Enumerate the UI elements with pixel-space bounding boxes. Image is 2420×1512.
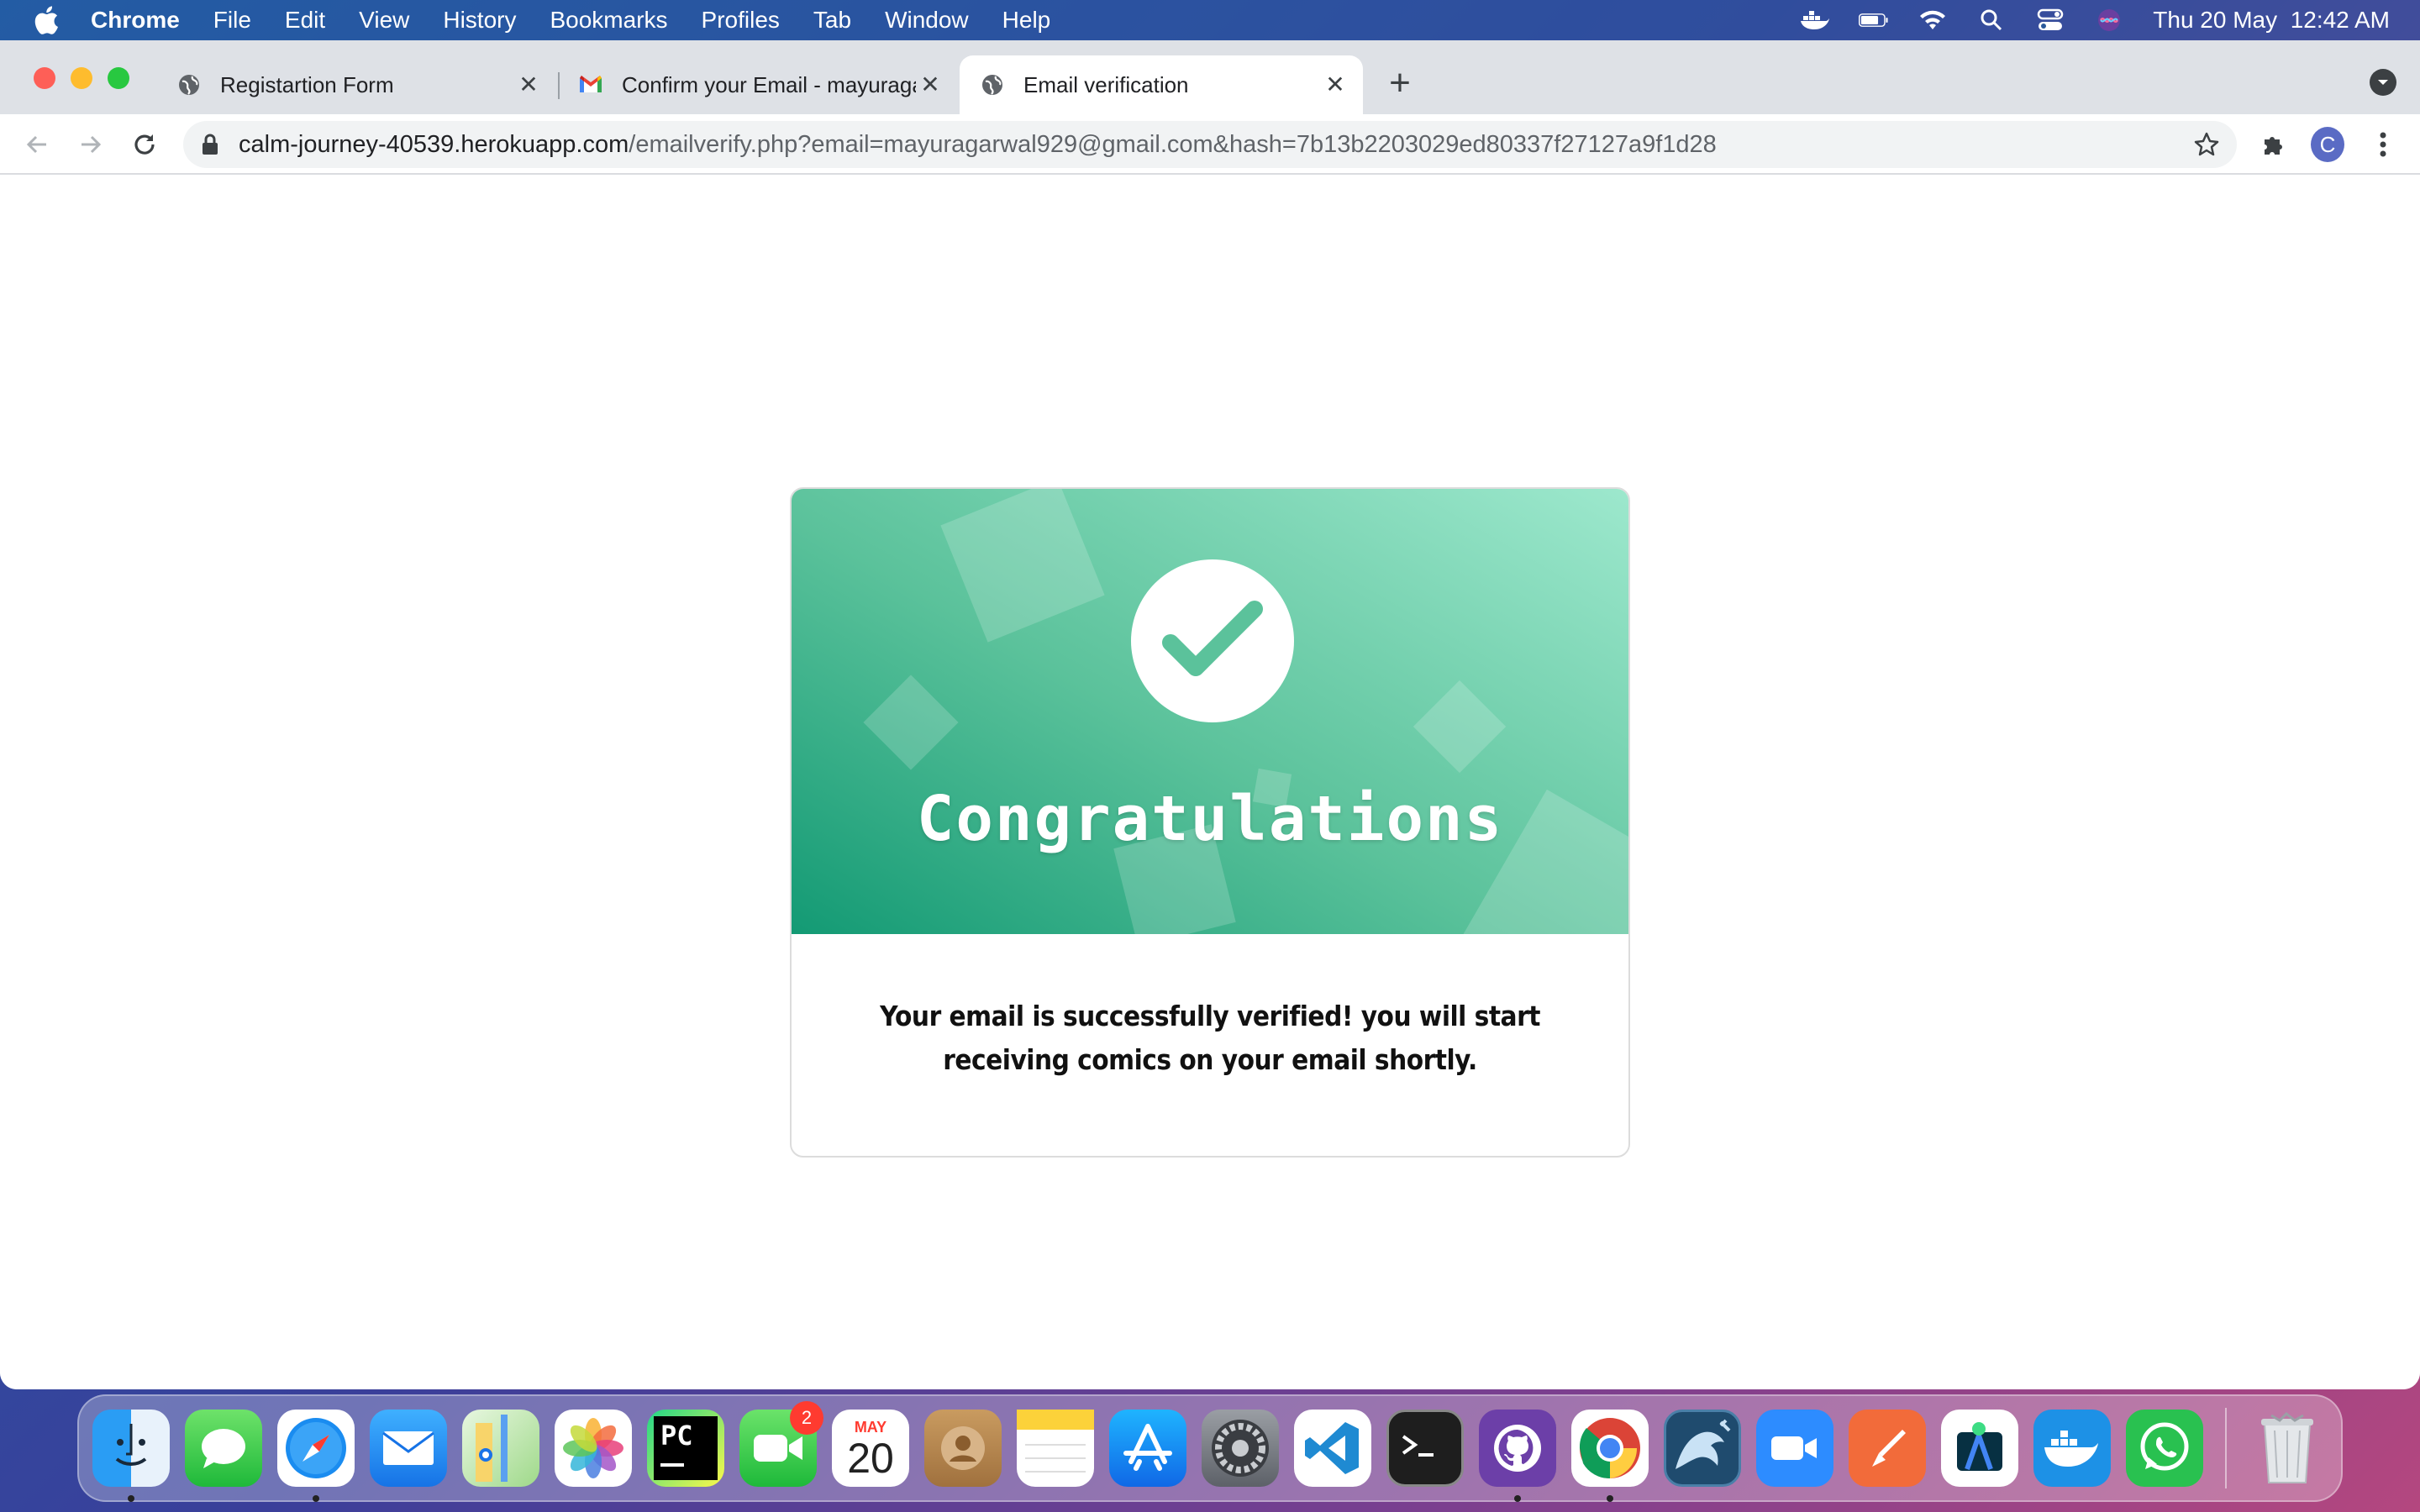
congratulations-heading: Congratulations: [916, 783, 1504, 855]
notification-badge: 2: [790, 1401, 823, 1435]
menu-window[interactable]: Window: [885, 7, 969, 34]
lock-icon[interactable]: [202, 132, 222, 157]
profile-avatar[interactable]: C: [2311, 127, 2344, 162]
window-controls: [34, 67, 129, 89]
tab-title: Registartion Form: [220, 71, 394, 97]
url-text: calm-journey-40539.herokuapp.com/emailve…: [239, 131, 1717, 159]
menu-file[interactable]: File: [213, 7, 251, 34]
menu-edit[interactable]: Edit: [285, 7, 325, 34]
photos-icon[interactable]: [555, 1410, 632, 1487]
decorative-square: [940, 489, 1105, 643]
card-body: Your email is successfully verified! you…: [792, 934, 1628, 1156]
running-indicator: [128, 1495, 134, 1502]
decorative-diamond: [863, 675, 959, 770]
calendar-day: 20: [847, 1434, 894, 1482]
zoom-icon[interactable]: [1756, 1410, 1833, 1487]
menu-tab[interactable]: Tab: [813, 7, 851, 34]
calendar-month: MAY: [854, 1418, 887, 1436]
zoom-window-button[interactable]: [108, 67, 129, 89]
success-check-icon: [1131, 559, 1294, 722]
forward-arrow-icon[interactable]: [74, 128, 108, 161]
control-center-icon[interactable]: [2035, 8, 2065, 33]
menu-view[interactable]: View: [359, 7, 409, 34]
pycharm-label: PC: [654, 1416, 718, 1480]
address-bar[interactable]: calm-journey-40539.herokuapp.com/emailve…: [183, 121, 2237, 168]
decorative-diamond: [1413, 680, 1507, 774]
verification-message: Your email is successfully verified! you…: [880, 1000, 1540, 1076]
menu-bookmarks[interactable]: Bookmarks: [550, 7, 667, 34]
notes-icon[interactable]: [1017, 1410, 1094, 1487]
wifi-icon[interactable]: [1918, 8, 1948, 33]
close-window-button[interactable]: [34, 67, 55, 89]
profile-initial: C: [2311, 127, 2344, 162]
chrome-menu-kebab-icon[interactable]: [2366, 128, 2400, 161]
battery-icon[interactable]: [1859, 8, 1889, 33]
safari-icon[interactable]: [277, 1410, 355, 1502]
tab-email-verification[interactable]: Email verification ✕: [960, 55, 1363, 114]
calendar-icon[interactable]: MAY 20: [832, 1410, 909, 1487]
globe-icon: [176, 72, 202, 97]
menu-help[interactable]: Help: [1002, 7, 1051, 34]
running-indicator: [1514, 1495, 1521, 1502]
mysql-workbench-icon[interactable]: [1664, 1410, 1741, 1487]
verification-card: Congratulations Your email is successful…: [790, 487, 1630, 1158]
github-desktop-icon[interactable]: [1479, 1410, 1556, 1502]
gmail-icon: [578, 72, 603, 97]
system-preferences-icon[interactable]: [1202, 1410, 1279, 1487]
close-tab-icon[interactable]: ✕: [919, 73, 941, 97]
docker-icon[interactable]: [2033, 1410, 2111, 1487]
postman-icon[interactable]: [1849, 1410, 1926, 1487]
tab-title: Email verification: [1023, 71, 1189, 97]
finder-icon[interactable]: [92, 1410, 170, 1502]
siri-icon[interactable]: [2094, 8, 2124, 33]
url-host: calm-journey-40539.herokuapp.com: [239, 130, 629, 158]
menubar-clock[interactable]: Thu 20 May 12:42 AM: [2153, 7, 2390, 34]
extensions-puzzle-icon[interactable]: [2257, 128, 2291, 161]
google-chrome-icon[interactable]: [1571, 1410, 1649, 1502]
menu-history[interactable]: History: [443, 7, 516, 34]
mail-icon[interactable]: [370, 1410, 447, 1487]
tab-strip: Registartion Form ✕ Confirm your Email -…: [0, 40, 2420, 114]
contacts-icon[interactable]: [924, 1410, 1002, 1487]
running-indicator: [313, 1495, 319, 1502]
close-tab-icon[interactable]: ✕: [518, 73, 539, 97]
running-indicator: [1607, 1495, 1613, 1502]
globe-icon: [980, 72, 1005, 97]
terminal-icon[interactable]: [1386, 1410, 1464, 1487]
whatsapp-icon[interactable]: [2126, 1410, 2203, 1487]
tab-confirm-email[interactable]: Confirm your Email - mayuraga ✕: [558, 55, 958, 114]
apple-logo-icon[interactable]: [34, 6, 67, 34]
back-arrow-icon[interactable]: [20, 128, 54, 161]
menu-profiles[interactable]: Profiles: [702, 7, 780, 34]
maps-icon[interactable]: [462, 1410, 539, 1487]
tab-search-icon[interactable]: [2370, 69, 2396, 96]
new-tab-icon[interactable]: +: [1385, 65, 1415, 102]
messages-icon[interactable]: [185, 1410, 262, 1487]
trash-icon[interactable]: [2249, 1410, 2326, 1487]
tab-title: Confirm your Email - mayuraga: [622, 71, 916, 97]
facetime-icon[interactable]: 2: [739, 1401, 823, 1487]
card-header-banner: Congratulations: [792, 489, 1628, 934]
dock-divider: [2225, 1408, 2227, 1488]
pycharm-icon[interactable]: PC: [647, 1410, 724, 1487]
macos-dock: PC 2 MAY 20: [77, 1394, 2343, 1502]
url-path: /emailverify.php?email=mayuragarwal929@g…: [629, 130, 1717, 158]
page-content: Congratulations Your email is successful…: [0, 175, 2420, 1389]
minimize-window-button[interactable]: [71, 67, 92, 89]
close-tab-icon[interactable]: ✕: [1324, 73, 1346, 97]
reload-icon[interactable]: [128, 128, 161, 161]
macos-menubar: Chrome File Edit View History Bookmarks …: [0, 0, 2420, 40]
bookmark-star-icon[interactable]: [2193, 131, 2220, 158]
spotlight-search-icon[interactable]: [1976, 8, 2007, 33]
android-studio-icon[interactable]: [1941, 1410, 2018, 1487]
app-store-icon[interactable]: [1109, 1410, 1186, 1487]
chrome-window: Registartion Form ✕ Confirm your Email -…: [0, 40, 2420, 1389]
browser-toolbar: calm-journey-40539.herokuapp.com/emailve…: [0, 114, 2420, 175]
docker-status-icon[interactable]: [1800, 8, 1830, 33]
vscode-icon[interactable]: [1294, 1410, 1371, 1487]
menu-app-name[interactable]: Chrome: [91, 7, 180, 34]
tab-registration-form[interactable]: Registartion Form ✕: [156, 55, 556, 114]
